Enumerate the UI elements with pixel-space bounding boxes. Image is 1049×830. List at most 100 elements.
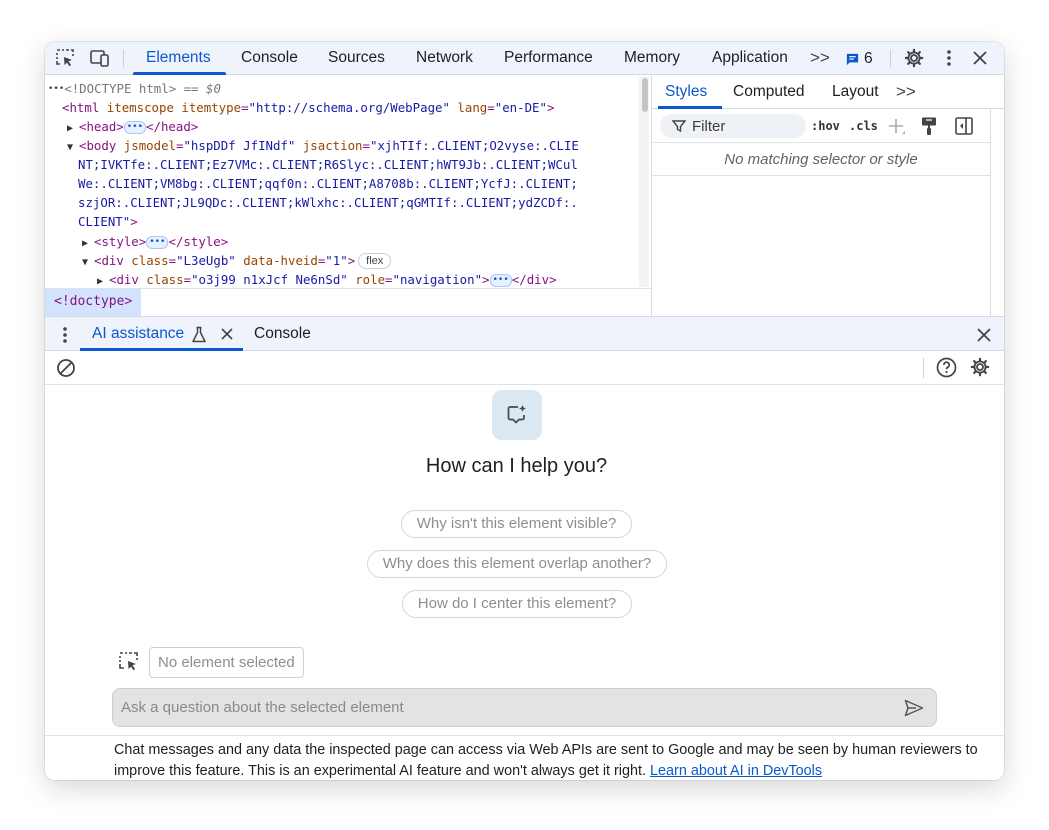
attr-equals: = — [362, 138, 370, 153]
attr-value: CLIENT" — [78, 214, 131, 229]
collapsed-ellipsis[interactable]: ••• — [123, 121, 147, 134]
attr-equals: = — [241, 100, 249, 115]
tab-ai-assistance[interactable]: AI assistance — [92, 317, 184, 351]
help-question-icon[interactable] — [936, 357, 957, 378]
tab-layout[interactable]: Layout — [832, 76, 879, 108]
paint-roller-icon[interactable] — [920, 116, 938, 136]
tab-console-drawer[interactable]: Console — [254, 317, 311, 351]
attr-name: class — [138, 272, 184, 287]
selected-element-indicator[interactable]: No element selected — [149, 647, 304, 678]
disclaimer-text: Chat messages and any data the inspected… — [114, 742, 978, 779]
attr-value: "navigation" — [392, 272, 483, 287]
issues-badge[interactable]: 6 — [845, 49, 873, 69]
attr-value-continued: szjOR:.CLIENT;JL9QDc:.CLIENT;kWlxhc:.CLI… — [78, 195, 578, 210]
ai-disclaimer: Chat messages and any data the inspected… — [45, 735, 1004, 780]
learn-about-ai-link[interactable]: Learn about AI in DevTools — [650, 763, 822, 779]
tag-open: <html — [62, 100, 100, 115]
attr-value-end: CLIENT"> — [78, 212, 138, 231]
collapsed-ellipsis[interactable]: ••• — [146, 236, 169, 249]
select-element-icon[interactable] — [118, 651, 140, 673]
drawer-menu-icon[interactable] — [62, 326, 68, 344]
tab-elements[interactable]: Elements — [146, 42, 211, 75]
styles-tabbar: Styles Computed Layout >> — [652, 76, 1004, 109]
more-tabs-button[interactable]: >> — [810, 42, 830, 75]
filter-input[interactable]: Filter — [660, 114, 806, 138]
filter-placeholder: Filter — [692, 117, 726, 135]
tag-close: </head> — [146, 119, 199, 134]
ai-settings-gear-icon[interactable] — [970, 357, 990, 377]
close-drawer-icon[interactable] — [977, 328, 991, 342]
attr-name: itemtype — [173, 100, 242, 115]
ai-assistance-panel: How can I help you? Why isn't this eleme… — [45, 385, 1004, 780]
close-tab-icon[interactable] — [221, 328, 233, 340]
tab-application[interactable]: Application — [712, 42, 788, 75]
tag-close: </style> — [168, 234, 229, 249]
flex-badge[interactable]: flex — [358, 253, 392, 269]
message-icon — [846, 53, 859, 65]
ask-question-input[interactable] — [113, 689, 893, 726]
hov-toggle-button[interactable]: :hov — [811, 119, 840, 133]
close-icon[interactable] — [968, 46, 992, 70]
attr-name: role — [347, 272, 386, 287]
dom-node-div[interactable]: ▼ <div class="L3eUgb" data-hveid="1"> flex — [82, 251, 392, 272]
settings-gear-icon[interactable] — [902, 46, 926, 70]
breadcrumb-doctype[interactable]: <!doctype> — [45, 289, 142, 316]
dom-tree[interactable]: •••<!DOCTYPE html> == $0 <html itemscope… — [45, 76, 651, 288]
toolbar-separator — [923, 358, 924, 378]
selected-equals: == — [176, 81, 207, 96]
styles-divider — [990, 109, 991, 316]
dom-node-head[interactable]: ▶ <head> ••• </head> — [67, 117, 198, 138]
attr-value: "en-DE" — [494, 100, 547, 115]
new-style-rule-plus-icon[interactable] — [887, 117, 907, 137]
dom-node-style[interactable]: ▶ <style> ••• </style> — [82, 232, 228, 253]
styles-pane: Styles Computed Layout >> Filter :hov .c… — [651, 76, 1004, 316]
toolbar-separator — [123, 50, 124, 67]
tab-sources[interactable]: Sources — [328, 42, 385, 75]
attr-equals: = — [183, 272, 192, 287]
collapsed-ellipsis[interactable]: ••• — [489, 274, 512, 287]
send-icon[interactable] — [903, 697, 925, 719]
filter-funnel-icon — [672, 120, 686, 133]
ask-question-box[interactable] — [112, 688, 937, 727]
issues-count: 6 — [864, 50, 873, 67]
node-actions-dots[interactable]: ••• — [48, 84, 64, 94]
attr-value-continued: We:.CLIENT;VM8bg:.CLIENT;qqf0n:.CLIENT;A… — [78, 176, 578, 191]
tab-styles[interactable]: Styles — [665, 76, 707, 108]
attr-name: class — [123, 253, 169, 268]
tag-close: > — [546, 100, 555, 115]
clear-chat-icon[interactable] — [56, 358, 76, 378]
tab-network[interactable]: Network — [416, 42, 473, 75]
attr-value: "hspDDf JfINdf" — [183, 138, 296, 153]
tab-performance[interactable]: Performance — [504, 42, 593, 75]
tag-open: <div — [109, 272, 139, 287]
dom-node-div-nav[interactable]: ▶ <div class="o3j99 n1xJcf Ne6nSd" role="… — [97, 270, 557, 288]
help-heading: How can I help you? — [425, 455, 608, 477]
ai-toolbar — [45, 351, 1004, 385]
dom-scrollbar-thumb[interactable] — [642, 78, 648, 112]
attr-name: jsaction — [295, 138, 363, 153]
attr-value-continued: NT;IVKTfe:.CLIENT;Ez7VMc:.CLIENT;R6Slyc:… — [78, 157, 578, 172]
collapse-triangle-icon[interactable]: ▼ — [82, 253, 94, 272]
tab-console[interactable]: Console — [241, 42, 298, 75]
dom-node-doctype[interactable]: •••<!DOCTYPE html> == $0 — [48, 79, 221, 99]
more-options-icon[interactable] — [937, 46, 961, 70]
breadcrumb: <!doctype> — [45, 288, 651, 316]
cls-toggle-button[interactable]: .cls — [849, 119, 878, 133]
toggle-sidebar-icon[interactable] — [954, 116, 974, 136]
dom-node-html[interactable]: <html itemscope itemtype="http://schema.… — [62, 98, 554, 117]
drawer-tabbar: AI assistance Console — [45, 316, 1004, 351]
dom-node-body[interactable]: ▼ <body jsmodel="hspDDf JfINdf" jsaction=… — [67, 136, 579, 157]
expand-triangle-icon[interactable]: ▶ — [97, 272, 109, 288]
experiment-flask-icon — [192, 326, 206, 343]
suggestion-chip[interactable]: Why does this element overlap another? — [367, 550, 667, 578]
selected-marker: $0 — [206, 81, 221, 96]
inspect-element-icon[interactable] — [53, 46, 77, 70]
tab-computed[interactable]: Computed — [733, 76, 805, 108]
more-styles-tabs-button[interactable]: >> — [896, 76, 916, 108]
suggestion-chip[interactable]: How do I center this element? — [402, 590, 632, 618]
no-matching-style-message: No matching selector or style — [652, 143, 990, 176]
device-toolbar-icon[interactable] — [88, 46, 112, 70]
ai-sparkle-icon — [492, 390, 542, 440]
suggestion-chip[interactable]: Why isn't this element visible? — [401, 510, 632, 538]
tab-memory[interactable]: Memory — [624, 42, 680, 75]
